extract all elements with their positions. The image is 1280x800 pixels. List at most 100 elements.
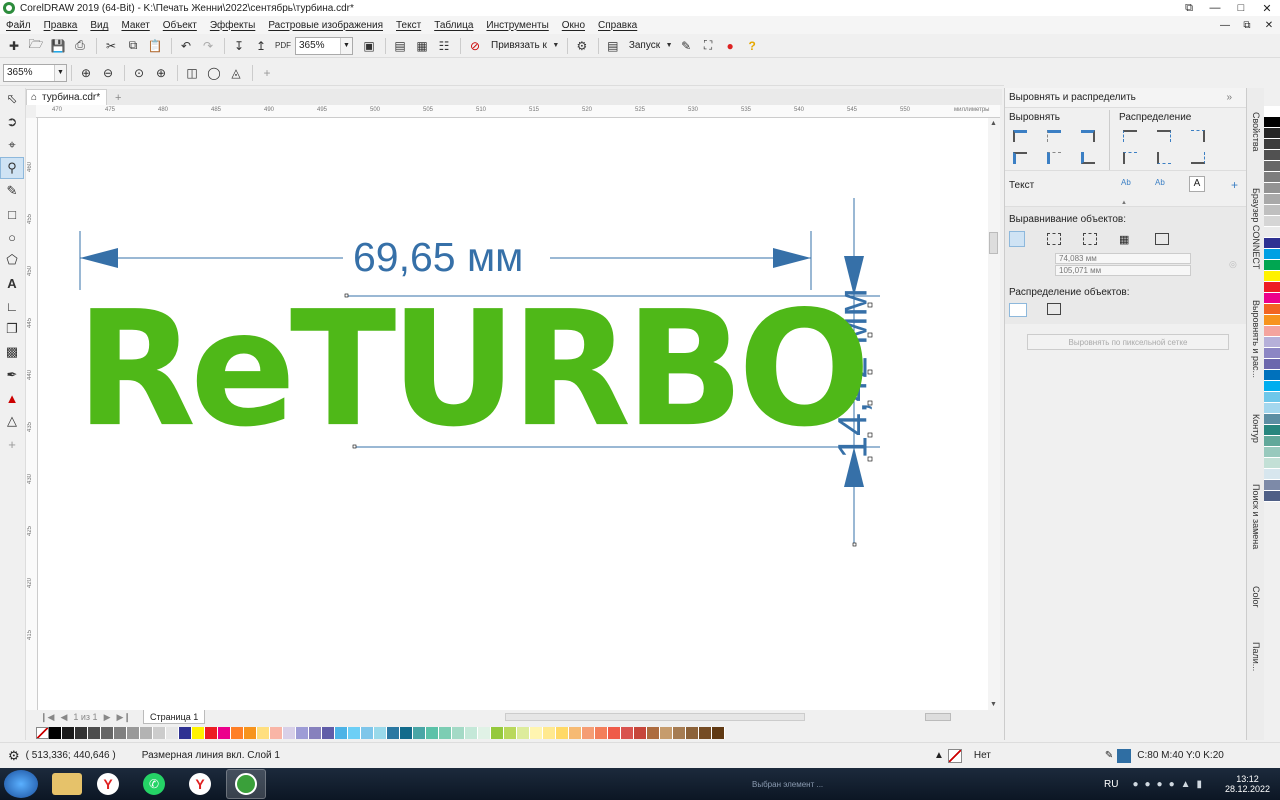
- yandex-browser-icon-2[interactable]: Y: [180, 769, 220, 799]
- menu-object[interactable]: Объект: [163, 20, 197, 31]
- color-swatch[interactable]: [699, 727, 712, 739]
- no-fill-swatch[interactable]: [947, 748, 962, 763]
- launch-dropdown[interactable]: Запуск: [629, 40, 660, 51]
- y-coordinate-input[interactable]: 105,071 мм: [1055, 265, 1191, 276]
- color-swatch[interactable]: [62, 727, 75, 739]
- ruler-pencil-icon[interactable]: ✎: [676, 36, 696, 56]
- distribute-extent-icon[interactable]: [1009, 303, 1027, 317]
- zoom-page-width-icon[interactable]: ◯: [204, 63, 224, 83]
- add-tool-plus-icon[interactable]: +: [0, 433, 24, 455]
- color-swatch[interactable]: [166, 727, 179, 739]
- menu-edit[interactable]: Правка: [44, 20, 78, 31]
- distribute-bottom-icon[interactable]: [1191, 152, 1205, 164]
- color-swatch[interactable]: [1264, 139, 1280, 150]
- color-swatch[interactable]: [1264, 480, 1280, 491]
- page-tab[interactable]: Страница 1: [142, 710, 206, 724]
- zoom-tool-icon[interactable]: ⚲: [0, 157, 24, 179]
- corel-apple-icon[interactable]: ●: [720, 36, 740, 56]
- new-tab-plus-icon[interactable]: +: [111, 91, 125, 105]
- ellipse-tool-icon[interactable]: ○: [0, 226, 24, 248]
- color-swatch[interactable]: [387, 727, 400, 739]
- align-right-icon[interactable]: [1081, 130, 1095, 142]
- options-gear-icon[interactable]: ⚙: [572, 36, 592, 56]
- whatsapp-icon[interactable]: ✆: [134, 769, 174, 799]
- crop-tool-icon[interactable]: ⌖: [0, 134, 24, 156]
- tab-align[interactable]: Выровнять и рас...: [1248, 300, 1264, 378]
- color-swatch[interactable]: [439, 727, 452, 739]
- help-question-icon[interactable]: ?: [742, 36, 762, 56]
- page-first-icon[interactable]: ❙◀: [40, 712, 54, 723]
- specified-point-icon[interactable]: [1155, 233, 1169, 245]
- page-center-icon[interactable]: [1083, 233, 1097, 245]
- color-swatch[interactable]: [348, 727, 361, 739]
- color-swatch[interactable]: [1264, 414, 1280, 425]
- color-swatch[interactable]: [465, 727, 478, 739]
- tab-properties[interactable]: Свойства: [1248, 112, 1264, 152]
- color-swatch[interactable]: [1264, 194, 1280, 205]
- new-document-icon[interactable]: ✚: [4, 36, 24, 56]
- color-swatch[interactable]: [491, 727, 504, 739]
- color-swatch[interactable]: [1264, 392, 1280, 403]
- no-color-swatch[interactable]: [36, 727, 49, 739]
- color-swatch[interactable]: [374, 727, 387, 739]
- redo-icon[interactable]: ↷: [198, 36, 218, 56]
- input-language[interactable]: RU: [1104, 779, 1118, 790]
- zoom-selected-icon[interactable]: ⊙: [129, 63, 149, 83]
- color-swatch[interactable]: [49, 727, 62, 739]
- add-plus-icon[interactable]: +: [1231, 178, 1245, 192]
- tab-find-replace[interactable]: Поиск и замена: [1248, 484, 1264, 549]
- color-swatch[interactable]: [231, 727, 244, 739]
- distribute-page-icon[interactable]: [1047, 303, 1061, 315]
- color-swatch[interactable]: [205, 727, 218, 739]
- chevron-down-icon[interactable]: ▼: [551, 36, 561, 56]
- scroll-thumb[interactable]: [989, 232, 998, 254]
- windows-start-icon[interactable]: [4, 770, 38, 798]
- align-top-icon[interactable]: [1013, 152, 1027, 164]
- open-folder-icon[interactable]: 🗁: [26, 36, 46, 56]
- undo-icon[interactable]: ↶: [176, 36, 196, 56]
- menu-tools[interactable]: Инструменты: [486, 20, 548, 31]
- tab-palettes[interactable]: Пали...: [1248, 642, 1264, 671]
- zoom-all-objects-icon[interactable]: ⊕: [151, 63, 171, 83]
- settings-gear-icon[interactable]: ⚙: [8, 748, 20, 764]
- color-swatch[interactable]: [400, 727, 413, 739]
- scroll-up-icon[interactable]: ▲: [990, 120, 997, 127]
- vertical-ruler[interactable]: 460 455 450 445 440 435 430 425 420 415: [26, 118, 38, 710]
- color-swatch[interactable]: [283, 727, 296, 739]
- horizontal-scrollbar[interactable]: [505, 713, 806, 721]
- menu-view[interactable]: Вид: [90, 20, 108, 31]
- color-swatch[interactable]: [244, 727, 257, 739]
- align-bottom-icon[interactable]: [1081, 152, 1095, 164]
- tab-contour[interactable]: Контур: [1248, 414, 1264, 443]
- color-swatch[interactable]: [1264, 238, 1280, 249]
- color-swatch[interactable]: [1264, 491, 1280, 502]
- menu-help[interactable]: Справка: [598, 20, 637, 31]
- color-swatch[interactable]: [452, 727, 465, 739]
- color-swatch[interactable]: [270, 727, 283, 739]
- page-prev-icon[interactable]: ◀: [60, 712, 67, 723]
- add-plus-icon[interactable]: +: [257, 63, 277, 83]
- color-swatch[interactable]: [309, 727, 322, 739]
- color-swatch[interactable]: [1264, 227, 1280, 238]
- zoom-in-icon[interactable]: ⊕: [76, 63, 96, 83]
- color-swatch[interactable]: [296, 727, 309, 739]
- vertical-scrollbar[interactable]: ▲ ▼: [988, 118, 1000, 710]
- color-swatch[interactable]: [1264, 172, 1280, 183]
- text-frame-icon[interactable]: A: [1189, 176, 1205, 192]
- show-grid-icon[interactable]: ▦: [412, 36, 432, 56]
- color-swatch[interactable]: [179, 727, 192, 739]
- interactive-fill-icon[interactable]: ▲: [0, 387, 24, 409]
- application-launcher-icon[interactable]: ▤: [603, 36, 623, 56]
- color-swatch[interactable]: [1264, 271, 1280, 282]
- outline-color-swatch[interactable]: [1117, 748, 1132, 763]
- align-center-h-icon[interactable]: [1047, 130, 1061, 142]
- color-swatch[interactable]: [621, 727, 634, 739]
- doc-restore-icon[interactable]: ⧉: [1236, 16, 1258, 34]
- scroll-down-icon[interactable]: ▼: [990, 701, 997, 708]
- color-swatch[interactable]: [1264, 117, 1280, 128]
- cut-icon[interactable]: ✂: [101, 36, 121, 56]
- page-next-icon[interactable]: ▶: [104, 712, 111, 723]
- polygon-tool-icon[interactable]: ⬠: [0, 249, 24, 271]
- color-swatch[interactable]: [1264, 458, 1280, 469]
- show-rulers-icon[interactable]: ▤: [390, 36, 410, 56]
